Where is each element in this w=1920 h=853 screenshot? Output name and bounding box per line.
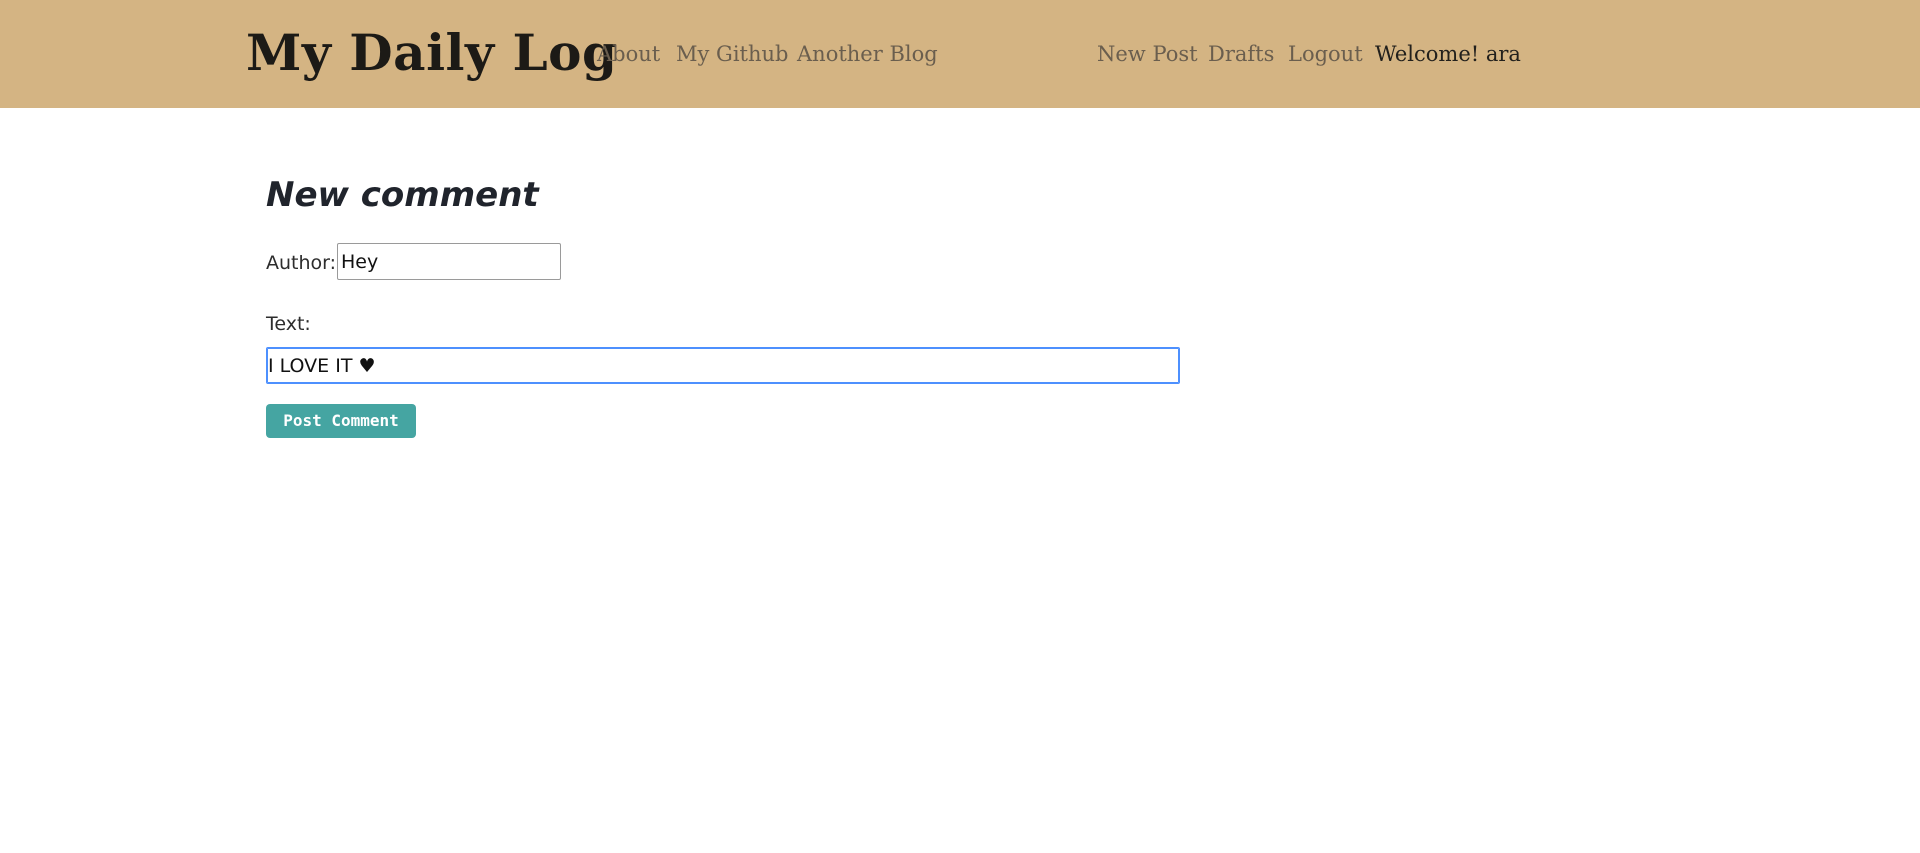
nav-link-another-blog[interactable]: Another Blog	[797, 40, 938, 68]
comment-text-input[interactable]	[266, 347, 1180, 384]
author-input[interactable]	[337, 243, 561, 280]
text-label: Text:	[266, 313, 311, 335]
post-comment-button[interactable]: Post Comment	[266, 404, 416, 438]
nav-link-new-post[interactable]: New Post	[1097, 40, 1198, 68]
page-title: New comment	[266, 175, 539, 215]
nav-link-github[interactable]: My Github	[676, 40, 788, 68]
author-label: Author:	[266, 252, 337, 274]
welcome-message: Welcome! ara	[1375, 42, 1521, 66]
nav-link-logout[interactable]: Logout	[1288, 40, 1363, 68]
top-navbar: My Daily Log About My Github Another Blo…	[0, 0, 1920, 108]
nav-link-drafts[interactable]: Drafts	[1208, 40, 1274, 68]
brand-logo[interactable]: My Daily Log	[246, 18, 617, 88]
nav-link-about[interactable]: About	[597, 40, 660, 68]
